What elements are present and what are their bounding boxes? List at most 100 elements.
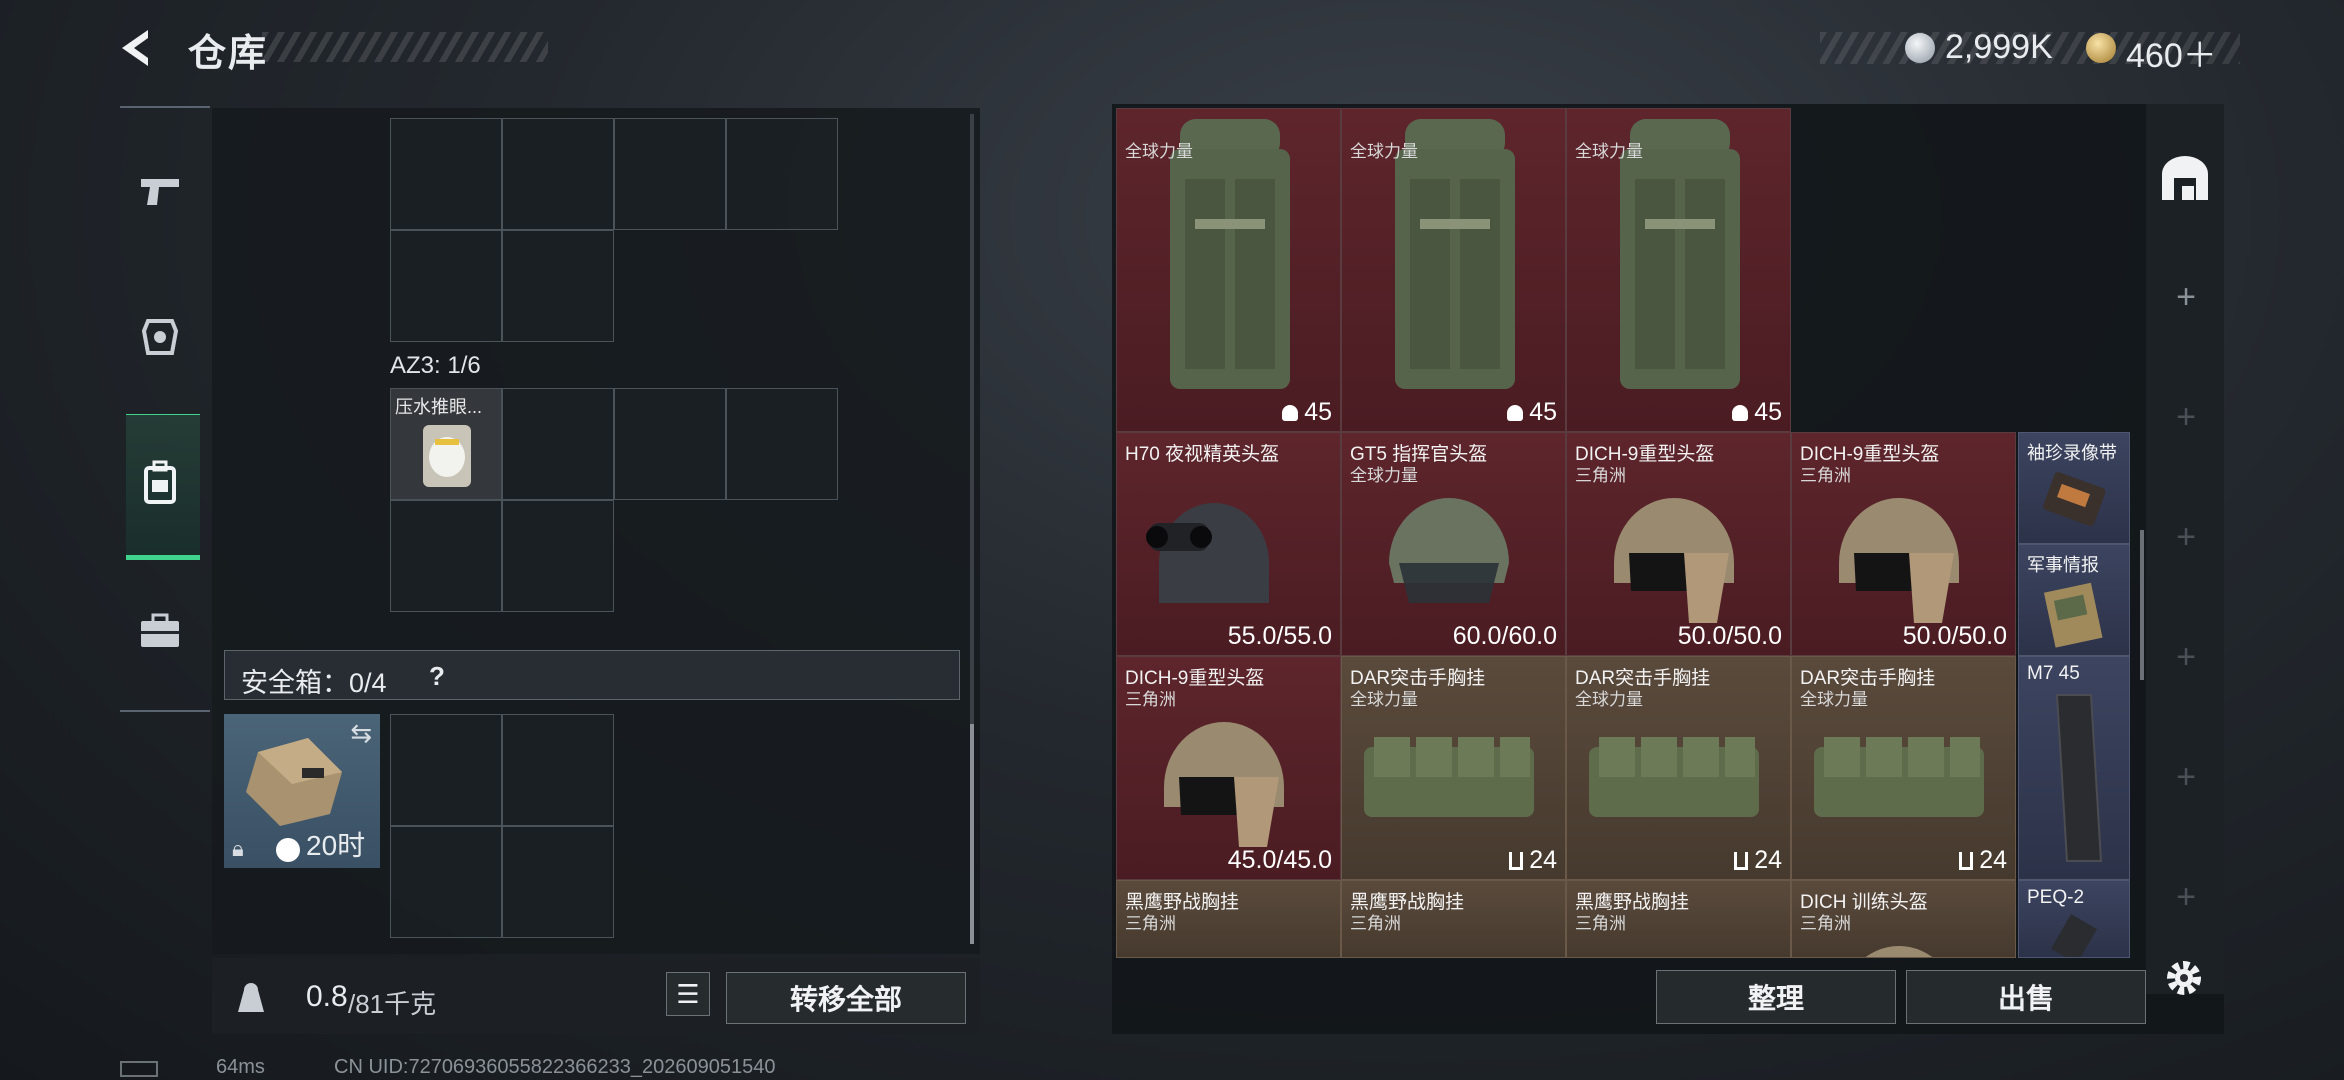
item-value: 45 [1282, 398, 1332, 427]
item-name: H70 夜视精英头盔 [1125, 444, 1280, 465]
item-tile-videotape[interactable]: 袖珍录像带 [2018, 432, 2130, 544]
grid-slot[interactable] [726, 388, 838, 500]
grid-slot[interactable] [502, 388, 614, 500]
ping-readout: 64ms [216, 1056, 265, 1078]
clock-icon [276, 838, 300, 862]
item-value: 60.0/60.0 [1453, 622, 1557, 651]
add-page-icon[interactable]: + [2166, 637, 2206, 677]
transfer-all-button[interactable]: 转移全部 [726, 972, 966, 1024]
item-value: 55.0/55.0 [1228, 622, 1332, 651]
grid-slot[interactable] [726, 118, 838, 230]
consumable-item-icon [423, 425, 471, 487]
item-faction: 三角洲 [1800, 914, 1851, 933]
page-title: 仓库 [188, 33, 269, 75]
item-tile[interactable]: 全球力量 45 [1566, 108, 1791, 432]
add-page-icon[interactable]: + [2166, 517, 2206, 557]
item-value-text: 50.0/50.0 [1677, 622, 1782, 650]
capacity-icon [1732, 405, 1749, 421]
add-page-icon[interactable]: + [2166, 877, 2206, 917]
vest-icon [1354, 941, 1544, 957]
grid-slot[interactable] [614, 118, 726, 230]
grid-slot[interactable] [390, 826, 502, 938]
grid-slot[interactable] [390, 118, 502, 230]
item-tile[interactable]: 黑鹰野战胸挂 三角洲 [1341, 880, 1566, 958]
grid-slot[interactable] [390, 714, 502, 826]
item-faction: 全球力量 [1575, 142, 1643, 161]
settings-gear-icon[interactable] [2162, 956, 2206, 1000]
help-icon[interactable]: ? [429, 661, 445, 692]
item-value: 24 [1959, 846, 2007, 875]
item-tile[interactable]: DAR突击手胸挂 全球力量 24 [1566, 656, 1791, 880]
item-faction: 三角洲 [1575, 914, 1626, 933]
az3-capacity-label: AZ3: 1/6 [390, 352, 481, 379]
magazine-icon [2055, 694, 2103, 862]
add-page-icon[interactable]: + [2166, 397, 2206, 437]
back-arrow-icon[interactable] [116, 26, 160, 70]
item-value-text: 45 [1304, 398, 1332, 426]
armor-icon [141, 319, 179, 355]
item-tile-peq2[interactable]: PEQ-2 [2018, 880, 2130, 958]
storage-scrollbar[interactable] [2140, 530, 2144, 680]
grid-slot[interactable] [502, 500, 614, 612]
weight-limit: /81千克 [348, 989, 437, 1019]
item-tile[interactable]: 全球力量 45 [1116, 108, 1341, 432]
sidebar-tab-case[interactable] [120, 586, 200, 676]
pistol-icon [141, 179, 179, 205]
storage-page-icon[interactable] [2158, 154, 2212, 204]
item-tile[interactable]: DICH-9重型头盔 三角洲 45.0/45.0 [1116, 656, 1341, 880]
sell-button[interactable]: 出售 [1906, 970, 2146, 1024]
gold-amount[interactable]: 460＋ [2126, 28, 2217, 77]
sort-button[interactable]: 整理 [1656, 970, 1896, 1024]
weight-icon [238, 983, 264, 1012]
item-faction: 全球力量 [1800, 690, 1868, 709]
sidebar-tab-weapons[interactable] [120, 146, 200, 236]
grid-slot[interactable] [390, 500, 502, 612]
grid-slot[interactable] [390, 230, 502, 342]
sidebar-tab-backpack[interactable] [120, 438, 200, 528]
item-tile-intel[interactable]: 军事情报 [2018, 544, 2130, 656]
item-value: 45 [1732, 398, 1782, 427]
laser-device-icon [2051, 914, 2097, 957]
vest-icon [1579, 717, 1769, 842]
list-icon: ☰ [676, 978, 700, 1009]
item-name: 军事情报 [2027, 555, 2099, 575]
item-value: 24 [1509, 846, 1557, 875]
item-tile[interactable]: DAR突击手胸挂 全球力量 24 [1341, 656, 1566, 880]
item-tile[interactable]: DICH-9重型头盔 三角洲 50.0/50.0 [1566, 432, 1791, 656]
item-value: 45.0/45.0 [1228, 846, 1332, 875]
add-page-icon[interactable]: + [2166, 757, 2206, 797]
item-tile-magazine[interactable]: M7 45 [2018, 656, 2130, 880]
item-faction: 全球力量 [1575, 690, 1643, 709]
add-page-icon[interactable]: + [2166, 277, 2206, 317]
helmet-dich-icon [1589, 473, 1759, 638]
item-value: 45 [1507, 398, 1557, 427]
safe-box-item[interactable]: ⇆ 🔒︎ 20时 [224, 714, 380, 868]
item-tile[interactable]: DICH-9重型头盔 三角洲 50.0/50.0 [1791, 432, 2016, 656]
item-tile[interactable]: 全球力量 45 [1341, 108, 1566, 432]
swap-icon[interactable]: ⇆ [350, 718, 372, 749]
item-value-text: 45 [1754, 398, 1782, 426]
grid-slot[interactable] [502, 230, 614, 342]
grid-slot[interactable] [502, 826, 614, 938]
item-faction: 三角洲 [1125, 690, 1176, 709]
sidebar-tab-helmet[interactable] [120, 292, 200, 382]
vest-slot-icon [1959, 852, 1974, 870]
left-scrollbar[interactable] [970, 114, 974, 944]
grid-slot[interactable] [614, 388, 726, 500]
item-value: 50.0/50.0 [1903, 622, 2007, 651]
item-faction: 全球力量 [1350, 690, 1418, 709]
list-view-button[interactable]: ☰ [666, 972, 710, 1016]
grid-slot[interactable] [502, 714, 614, 826]
item-faction: 三角洲 [1350, 914, 1401, 933]
item-tile[interactable]: DICH 训练头盔 三角洲 [1791, 880, 2016, 958]
item-tile[interactable]: 黑鹰野战胸挂 三角洲 [1566, 880, 1791, 958]
videotape-icon [2043, 472, 2106, 526]
item-slot[interactable]: 压水推眼... [390, 388, 502, 500]
item-tile[interactable]: GT5 指挥官头盔 全球力量 60.0/60.0 [1341, 432, 1566, 656]
item-tile[interactable]: H70 夜视精英头盔 55.0/55.0 [1116, 432, 1341, 656]
helmet-dich-icon [1814, 473, 1984, 638]
item-value-text: 50.0/50.0 [1902, 622, 2007, 650]
item-tile[interactable]: 黑鹰野战胸挂 三角洲 [1116, 880, 1341, 958]
grid-slot[interactable] [502, 118, 614, 230]
item-tile[interactable]: DAR突击手胸挂 全球力量 24 [1791, 656, 2016, 880]
